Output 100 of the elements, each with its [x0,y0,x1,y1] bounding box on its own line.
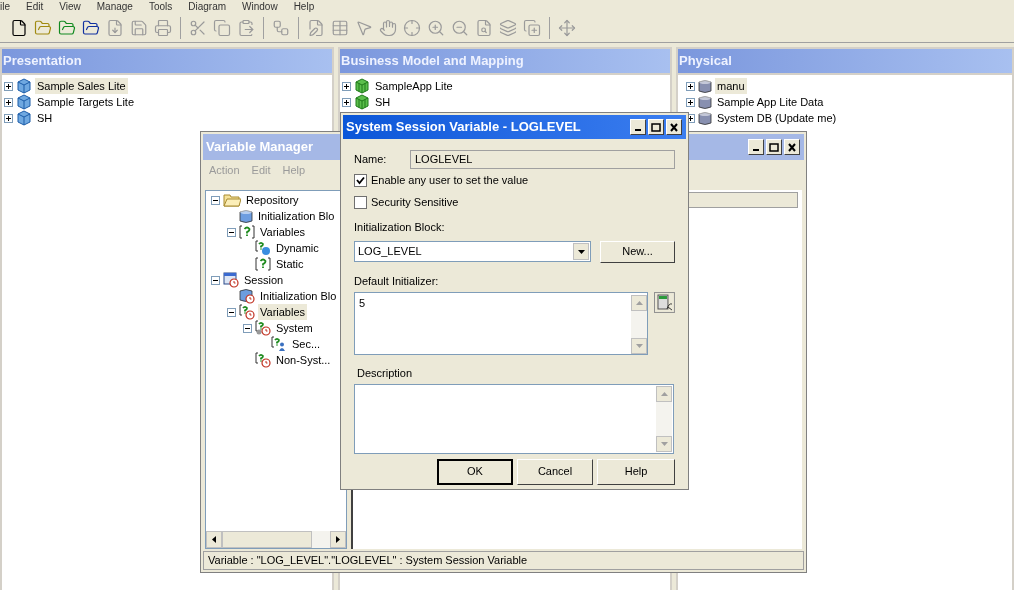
calculator-icon[interactable] [654,292,675,313]
pane-header: Business Model and Mapping [340,49,670,75]
menu-item[interactable]: ile [0,0,10,13]
close-icon [787,142,797,152]
cube-icon [354,94,370,110]
maximize-button[interactable] [766,139,782,155]
maximize-button[interactable] [648,119,664,135]
tree-item[interactable]: Initialization Blo [258,287,339,305]
tree-item[interactable]: Variables [258,223,308,241]
tree-item[interactable]: Static [274,255,306,273]
tree-item[interactable]: Initialization Blo [256,207,337,225]
down-arrow-icon[interactable] [635,344,643,348]
cube-icon [16,94,32,110]
field-label: Description [357,366,414,381]
dialog-title: System Session Variable - LOGLEVEL [343,115,686,139]
question-clock-icon [255,320,271,336]
collapse-icon[interactable] [211,195,220,205]
collapse-icon[interactable] [227,227,236,237]
up-arrow-icon[interactable] [660,391,668,396]
tree-item[interactable]: SampleApp Lite [373,77,455,95]
expand-icon[interactable] [4,81,13,91]
menu-item[interactable]: Help [293,0,315,13]
cylinder-icon [698,110,712,126]
dropdown[interactable]: LOG_LEVEL [354,241,591,262]
window-clock-icon [223,272,239,288]
cube-icon [354,78,370,94]
name-field[interactable]: LOGLEVEL [410,149,675,169]
tree-item[interactable]: Session [242,271,286,289]
question-clock-icon [255,352,271,368]
question-clock-icon [239,304,255,320]
folder-icon[interactable] [82,18,100,37]
pane-header: Physical [678,49,1012,75]
scrollbar[interactable] [206,531,346,548]
tree-item[interactable]: Dynamic [274,239,321,257]
menu-item[interactable]: View [59,0,81,13]
tree-item[interactable]: Sample Targets Lite [35,93,137,111]
menu-item[interactable]: Tools [148,0,173,13]
status-bar: Variable : "LOG_LEVEL"."LOGLEVEL" : System Session Variable [203,551,804,570]
close-button[interactable] [784,139,800,155]
dialog-button[interactable]: OK [437,458,513,485]
tree-item[interactable]: Variables [258,303,308,321]
tree-item[interactable]: System [274,319,315,337]
close-button[interactable] [666,119,682,135]
cylinder-icon [698,78,712,94]
left-arrow-icon[interactable] [212,536,216,543]
expand-icon[interactable] [4,97,13,107]
up-arrow-icon[interactable] [635,301,643,305]
maximize-icon [769,142,779,152]
minimize-button[interactable] [748,139,764,155]
expand-icon[interactable] [342,97,351,107]
checkbox[interactable] [354,196,367,209]
expand-icon[interactable] [686,81,695,91]
menu-item[interactable]: Window [242,0,278,13]
menu-item[interactable]: Manage [96,0,133,13]
tree-item[interactable]: Sample Sales Lite [35,77,128,95]
tree-item[interactable]: Repository [244,191,301,209]
field-label: Default Initializer: [354,273,440,289]
cylinder-icon [239,208,253,224]
file-icon[interactable] [10,18,28,37]
tree-item[interactable]: Sec... [290,335,323,353]
pane-header: Presentation [2,49,332,75]
cylinder-clock-icon [239,288,255,304]
text-area[interactable]: 5 [354,292,649,355]
collapse-icon[interactable] [243,323,252,333]
right-arrow-icon[interactable] [336,536,340,543]
caret-icon [577,249,585,254]
minimize-icon [753,149,759,151]
checkbox[interactable] [354,174,367,187]
question-person-icon [271,336,287,352]
minimize-button[interactable] [630,119,646,135]
close-icon [669,122,679,132]
maximize-icon [651,122,661,132]
collapse-icon[interactable] [211,275,220,285]
tree-item[interactable]: SH [373,93,393,111]
collapse-icon[interactable] [227,307,236,317]
tree-item[interactable]: System DB (Update me) [715,109,839,127]
cylinder-icon [698,94,712,110]
question-icon [255,256,271,272]
text-area[interactable] [354,383,674,454]
cube-icon [16,110,32,126]
expand-icon[interactable] [342,81,351,91]
expand-icon[interactable] [4,113,13,123]
down-arrow-icon[interactable] [660,441,668,446]
scrollbar[interactable] [656,385,672,452]
scrollbar[interactable] [631,295,648,354]
expand-icon[interactable] [686,97,695,107]
field-label: Initialization Block: [354,220,446,235]
tree-item[interactable]: SH [35,109,55,127]
dialog-button[interactable]: Cancel [517,458,593,485]
tree-item[interactable]: Non-Syst... [274,351,333,369]
question-icon [239,224,255,240]
checkbox-label: Enable any user to set the value [371,173,529,189]
folder-icon [223,193,241,207]
tree-item[interactable]: Sample App Lite Data [715,93,826,111]
menu-item[interactable]: Diagram [188,0,227,13]
checkbox-label: Security Sensitive [371,195,459,211]
menu-item[interactable]: Edit [26,0,44,13]
new-button[interactable]: New... [600,240,675,263]
tree-item[interactable]: manu [715,77,747,95]
dialog-button[interactable]: Help [597,458,675,485]
